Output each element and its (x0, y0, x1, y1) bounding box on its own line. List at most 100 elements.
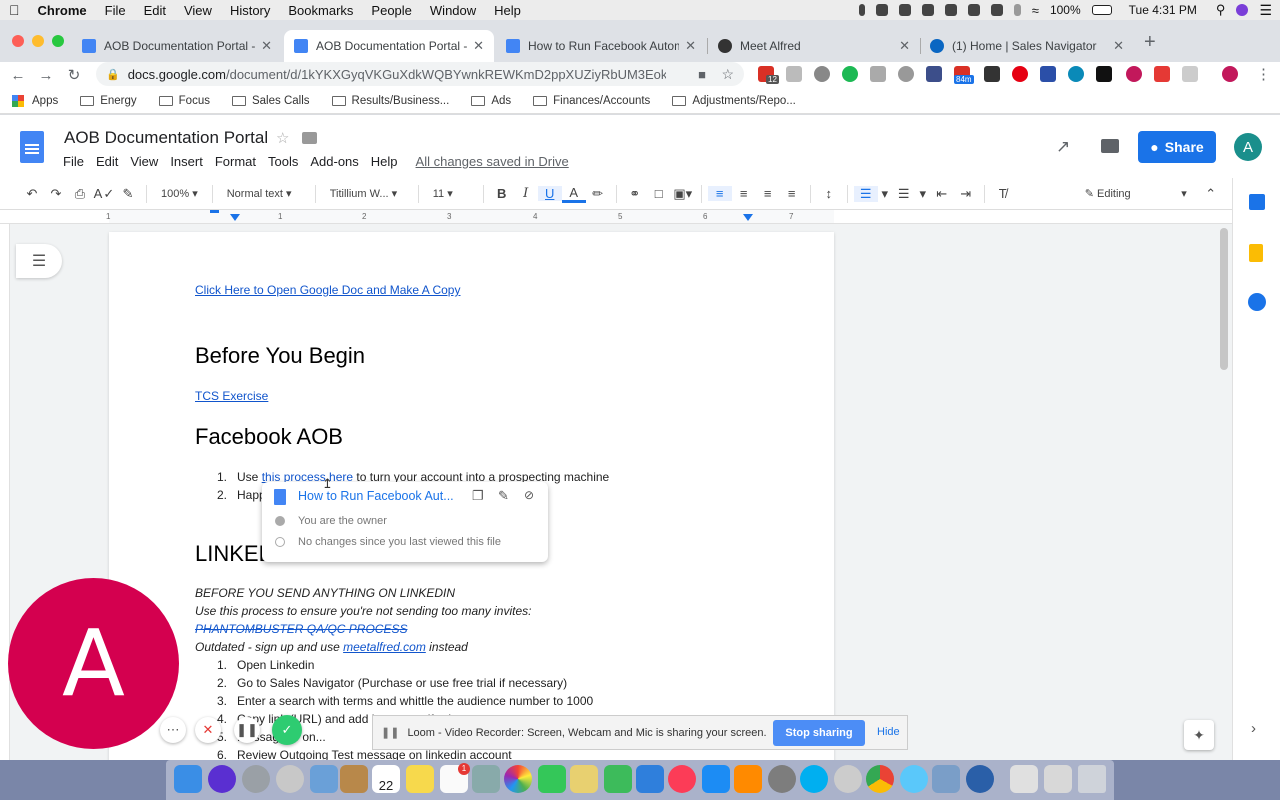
menu-people[interactable]: People (362, 3, 420, 18)
line-spacing-icon[interactable]: ↕ (817, 186, 841, 201)
tab-facebook-automation[interactable]: How to Run Facebook Automat ✕ (496, 30, 706, 62)
status-icon-5[interactable] (967, 4, 980, 16)
paint-format-icon[interactable]: ✎ (116, 186, 140, 202)
tcs-exercise-link[interactable]: TCS Exercise (195, 389, 268, 403)
app-store-icon[interactable] (702, 765, 730, 793)
tab-sales-navigator[interactable]: (1) Home | Sales Navigator ✕ (920, 30, 1134, 62)
profile-avatar-icon[interactable] (1222, 66, 1238, 82)
status-icon-1[interactable] (875, 4, 888, 16)
docs-menu-edit[interactable]: Edit (96, 154, 118, 169)
phantombuster-link[interactable]: PHANTOMBUSTER QA/QC PROCESS (195, 622, 407, 636)
print-icon[interactable]: ⎙ (68, 186, 92, 202)
notification-center-icon[interactable]: ☰ (1259, 2, 1272, 19)
document-outline-icon[interactable]: ☰ (16, 244, 62, 278)
notes-icon[interactable] (406, 765, 434, 793)
close-icon[interactable]: ✕ (261, 38, 272, 54)
bluetooth-icon[interactable] (1013, 4, 1021, 16)
hide-button[interactable]: Hide (877, 726, 900, 738)
messages-icon[interactable] (900, 765, 928, 793)
extension-x-icon[interactable] (1154, 66, 1170, 82)
docs-menu-format[interactable]: Format (215, 154, 256, 169)
siri-icon[interactable] (1236, 4, 1249, 16)
dock-app-icon[interactable] (834, 765, 862, 793)
wifi-icon[interactable]: ≈ (1032, 3, 1039, 18)
back-icon[interactable]: ← (4, 67, 32, 84)
first-line-indent-marker[interactable] (210, 210, 219, 213)
chrome-icon[interactable] (866, 765, 894, 793)
keep-icon[interactable] (1249, 244, 1263, 262)
siri-icon[interactable] (208, 765, 236, 793)
menu-view[interactable]: View (175, 3, 221, 18)
google-docs-logo-icon[interactable] (20, 131, 44, 163)
loom-camera-bubble[interactable]: A (8, 578, 179, 749)
apple-icon[interactable]:  (0, 2, 29, 18)
explore-button[interactable]: ✦ (1184, 720, 1214, 750)
dock-app-icon[interactable] (340, 765, 368, 793)
loom-pause-button[interactable]: ❚❚ (234, 717, 260, 743)
bookmark-star-icon[interactable]: ☆ (721, 66, 734, 83)
spellcheck-icon[interactable]: A ✓ (92, 186, 116, 202)
bold-icon[interactable]: B (490, 186, 514, 201)
quicktime-icon[interactable] (966, 765, 994, 793)
copy-doc-link[interactable]: Click Here to Open Google Doc and Make A… (195, 283, 460, 297)
music-icon[interactable] (668, 765, 696, 793)
close-window-button[interactable] (12, 35, 24, 47)
menu-help[interactable]: Help (485, 3, 530, 18)
new-tab-button[interactable]: + (1144, 31, 1156, 54)
menu-window[interactable]: Window (421, 3, 485, 18)
redo-icon[interactable]: ↷ (44, 186, 68, 202)
clear-formatting-icon[interactable]: T̸ (991, 186, 1015, 201)
downloads-stack-icon[interactable] (1010, 765, 1038, 793)
extension-icon[interactable] (1068, 66, 1084, 82)
save-status[interactable]: All changes saved in Drive (416, 154, 569, 169)
bookmark-sales-calls[interactable]: Sales Calls (231, 95, 310, 107)
calendar-app-icon[interactable]: 22 (372, 765, 400, 793)
menu-edit[interactable]: Edit (135, 3, 175, 18)
justify-icon[interactable]: ≡ (780, 186, 804, 201)
insert-image-icon[interactable]: ▣▾ (671, 186, 695, 202)
comments-icon[interactable] (1101, 139, 1119, 153)
document-title[interactable]: AOB Documentation Portal (64, 128, 268, 148)
add-comment-icon[interactable]: □ (647, 186, 671, 201)
microphone-icon[interactable] (858, 4, 865, 16)
photos-icon[interactable] (504, 765, 532, 793)
font-select[interactable]: Titillium W... ▾ (322, 187, 412, 200)
bookmark-finances[interactable]: Finances/Accounts (533, 95, 650, 107)
menu-app-chrome[interactable]: Chrome (29, 3, 96, 18)
launchpad-icon[interactable] (242, 765, 270, 793)
calendar-icon[interactable] (1249, 194, 1265, 210)
tab-aob-1[interactable]: AOB Documentation Portal - G ✕ (72, 30, 282, 62)
meetalfred-link[interactable]: meetalfred.com (343, 640, 426, 654)
close-icon[interactable]: ✕ (473, 38, 484, 54)
dock-app-icon[interactable] (276, 765, 304, 793)
extension-icon[interactable] (984, 66, 1000, 82)
align-left-icon[interactable]: ≡ (707, 186, 732, 201)
document-scrollbar[interactable] (1220, 228, 1228, 370)
documents-stack-icon[interactable] (1044, 765, 1072, 793)
decrease-indent-icon[interactable]: ⇤ (930, 186, 954, 202)
right-indent-marker[interactable] (743, 214, 753, 221)
facetime-icon[interactable] (538, 765, 566, 793)
align-center-icon[interactable]: ≡ (732, 186, 756, 201)
tasks-icon[interactable] (1248, 293, 1266, 311)
docs-menu-help[interactable]: Help (371, 154, 398, 169)
close-icon[interactable]: ✕ (899, 38, 910, 54)
docs-menu-addons[interactable]: Add-ons (310, 154, 358, 169)
chrome-menu-icon[interactable]: ⋮ (1256, 65, 1271, 83)
docs-menu-view[interactable]: View (130, 154, 158, 169)
style-select[interactable]: Normal text ▾ (219, 187, 309, 200)
undo-icon[interactable]: ↶ (20, 186, 44, 202)
dock-app-icon[interactable] (932, 765, 960, 793)
extension-icon[interactable] (814, 66, 830, 82)
move-folder-icon[interactable] (302, 132, 317, 144)
preview-icon[interactable] (310, 765, 338, 793)
star-icon[interactable]: ☆ (276, 129, 289, 147)
address-bar[interactable]: 🔒 docs.google.com /document/d/1kYKXGyqVK… (96, 62, 744, 86)
docs-menu-file[interactable]: File (63, 154, 84, 169)
extension-icon[interactable] (870, 66, 886, 82)
insert-link-icon[interactable]: ⚭ (623, 186, 647, 202)
skype-icon[interactable] (800, 765, 828, 793)
extension-icon[interactable] (786, 66, 802, 82)
bulleted-list-icon[interactable]: ☰ (892, 186, 916, 202)
underline-icon[interactable]: U (537, 186, 562, 201)
